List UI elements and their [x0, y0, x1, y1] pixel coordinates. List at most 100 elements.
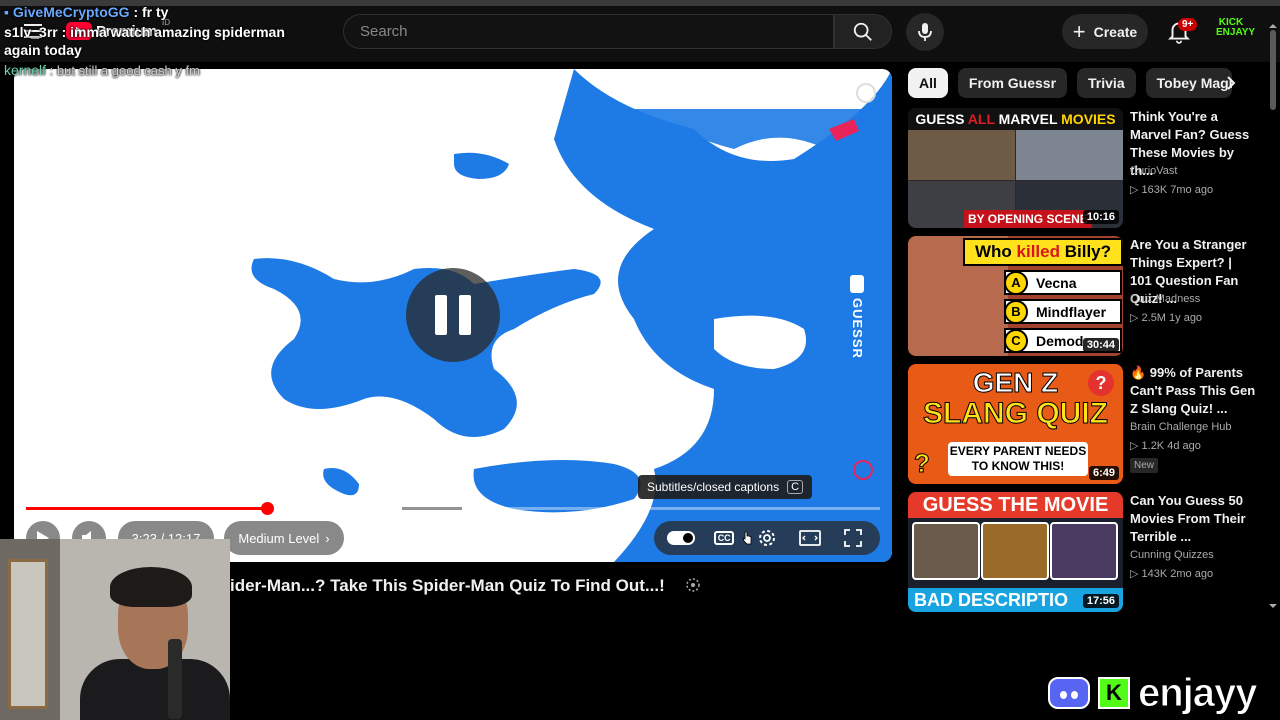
chat-message: kernelf : but still a good cash y fm	[4, 61, 304, 80]
video-duration: 30:44	[1082, 338, 1119, 352]
chat-username: GiveMeCryptoGG	[12, 4, 130, 20]
tooltip-text: Subtitles/closed captions	[647, 480, 780, 494]
discord-icon	[1048, 677, 1090, 709]
rec-meta: ▷ 143K 2mo ago	[1130, 568, 1214, 580]
tooltip-shortcut-key: C	[787, 480, 804, 494]
list-item[interactable]: Who killed Billy? A Vecna B Mindflayer C De…	[908, 236, 1268, 356]
chip-all[interactable]: All	[908, 68, 948, 98]
thumb-text: MARVEL	[998, 111, 1062, 127]
rec-title[interactable]: 🔥 99% of Parents Can't Pass This Gen Z S…	[1130, 364, 1256, 418]
chapter-label: Medium Level	[238, 530, 320, 546]
thumb-option-text: Vecna	[1036, 274, 1077, 291]
thumb-option: B Mindflayer	[1004, 299, 1122, 324]
thumb-text: GUESS THE MOVIE	[908, 492, 1123, 518]
list-item[interactable]: GUESS THE MOVIE BAD DESCRIPTIO 17:56 Can…	[908, 492, 1268, 612]
search-icon	[853, 22, 872, 41]
thumbnail-banner: GUESS ALL MARVEL MOVIES	[908, 108, 1123, 130]
rec-meta: ▷ 2.5M 1y ago	[1130, 312, 1203, 324]
thumbnail-banner: Who killed Billy?	[963, 238, 1123, 266]
create-label: Create	[1093, 23, 1138, 40]
chip-from-guessr[interactable]: From Guessr	[957, 68, 1068, 98]
video-title: ider-Man...? Take This Spider-Man Quiz T…	[230, 576, 665, 595]
streamer-name: enjayy	[1138, 670, 1259, 715]
sparkle-icon	[686, 578, 700, 592]
chips-next-button[interactable]	[1218, 70, 1244, 96]
cc-icon: CC	[714, 531, 735, 545]
thumb-text: Who	[974, 242, 1017, 261]
settings-button[interactable]	[753, 526, 781, 550]
thumb-text: MOVIES	[1061, 111, 1116, 127]
rec-meta: ▷ 1.2K 4d ago	[1130, 440, 1201, 452]
chat-username: s1lv_3rr	[4, 24, 58, 40]
video-duration: 17:56	[1082, 594, 1119, 608]
thumbnail-panel	[912, 522, 980, 580]
theater-icon	[798, 530, 821, 546]
rec-title[interactable]: Can You Guess 50 Movies From Their Terri…	[1130, 492, 1256, 546]
scrollbar-thumb[interactable]	[1270, 30, 1276, 110]
hand-cursor-icon	[742, 531, 752, 545]
progress-bar[interactable]	[26, 502, 880, 515]
filter-chips: All From Guessr Trivia Tobey Maguire	[908, 68, 1232, 98]
webcam-door	[8, 559, 48, 709]
webcam-person-hair	[110, 567, 192, 607]
chapter-button[interactable]: Medium Level ›	[224, 521, 344, 555]
rec-meta: ▷ 163K 7mo ago	[1130, 184, 1214, 196]
thumb-text: ALL	[967, 111, 999, 127]
thumbnail-panel	[1016, 130, 1123, 180]
video-thumbnail[interactable]: GEN Z ? SLANG QUIZ EVERY PARENT NEEDS TO…	[908, 364, 1123, 484]
streamer-webcam	[0, 539, 230, 720]
fullscreen-button[interactable]	[839, 526, 867, 550]
search-button[interactable]	[834, 14, 892, 49]
video-thumbnail[interactable]: GUESS ALL MARVEL MOVIES BY OPENING SCENE…	[908, 108, 1123, 228]
gear-icon	[758, 530, 775, 546]
chat-message: ▪ GiveMeCryptoGG : fr ty	[4, 3, 304, 21]
progress-buffered	[401, 507, 462, 510]
voice-search-button[interactable]	[906, 13, 944, 51]
search-input[interactable]	[343, 14, 834, 49]
autoplay-toggle[interactable]	[667, 526, 696, 550]
account-avatar[interactable]: KICK ENJAYY	[1216, 18, 1255, 44]
scroll-down-icon[interactable]	[1269, 602, 1277, 610]
thumb-text: EVERY PARENT NEEDS TO KNOW THIS!	[948, 442, 1088, 476]
chevron-right-icon	[1227, 76, 1236, 90]
chat-message: s1lv_3rr : imma watch amazing spiderman …	[4, 23, 304, 59]
video-thumbnail[interactable]: GUESS THE MOVIE BAD DESCRIPTIO 17:56	[908, 492, 1123, 612]
video-thumbnail[interactable]: Who killed Billy? A Vecna B Mindflayer C De…	[908, 236, 1123, 356]
thumb-option-letter: B	[1004, 299, 1028, 324]
thumb-option-text: Mindflayer	[1036, 303, 1107, 320]
stream-chat-overlay: ▪ GiveMeCryptoGG : fr ty s1lv_3rr : imma…	[4, 3, 304, 82]
progress-scrubber[interactable]	[260, 502, 274, 515]
thumbnail-panel	[908, 130, 1015, 180]
thumb-option-text: Demod	[1036, 332, 1084, 349]
rec-channel[interactable]: Quiz Madness	[1130, 293, 1200, 305]
chip-trivia[interactable]: Trivia	[1077, 68, 1136, 98]
info-icon[interactable]	[856, 83, 876, 103]
thumb-text: SLANG QUIZ	[923, 397, 1109, 430]
kick-icon: K	[1098, 677, 1130, 709]
video-duration: 6:49	[1088, 466, 1119, 480]
video-player[interactable]: GUESSR Subtitles/closed captions C 3:23 …	[14, 69, 892, 562]
microphone-icon	[918, 23, 932, 41]
scroll-up-icon[interactable]	[1269, 22, 1277, 30]
thumb-option: A Vecna	[1004, 270, 1122, 295]
list-item[interactable]: GUESS ALL MARVEL MOVIES BY OPENING SCENE…	[908, 108, 1268, 228]
stream-watermark: K enjayy	[1048, 670, 1259, 716]
autoplay-switch-icon	[667, 531, 696, 545]
plus-icon: +	[1072, 18, 1086, 44]
chevron-right-icon: ›	[325, 530, 330, 546]
create-button[interactable]: + Create	[1062, 14, 1148, 49]
thumb-text: ?	[1088, 370, 1114, 396]
thumb-text: killed	[1016, 242, 1065, 261]
progress-played	[26, 507, 267, 510]
rec-channel[interactable]: Cunning Quizzes	[1130, 549, 1214, 561]
pause-overlay-button[interactable]	[406, 268, 500, 362]
channel-watermark: GUESSR	[850, 298, 865, 359]
theater-mode-button[interactable]	[796, 526, 824, 550]
chat-user-icon: ▪	[4, 4, 9, 20]
new-badge: New	[1130, 458, 1159, 473]
chat-text: : fr ty	[129, 4, 169, 20]
subtitles-button[interactable]: CC	[710, 526, 738, 550]
list-item[interactable]: GEN Z ? SLANG QUIZ EVERY PARENT NEEDS TO…	[908, 364, 1268, 484]
rec-channel[interactable]: Brain Challenge Hub	[1130, 421, 1232, 433]
rec-channel[interactable]: CurioVast	[1130, 165, 1177, 177]
